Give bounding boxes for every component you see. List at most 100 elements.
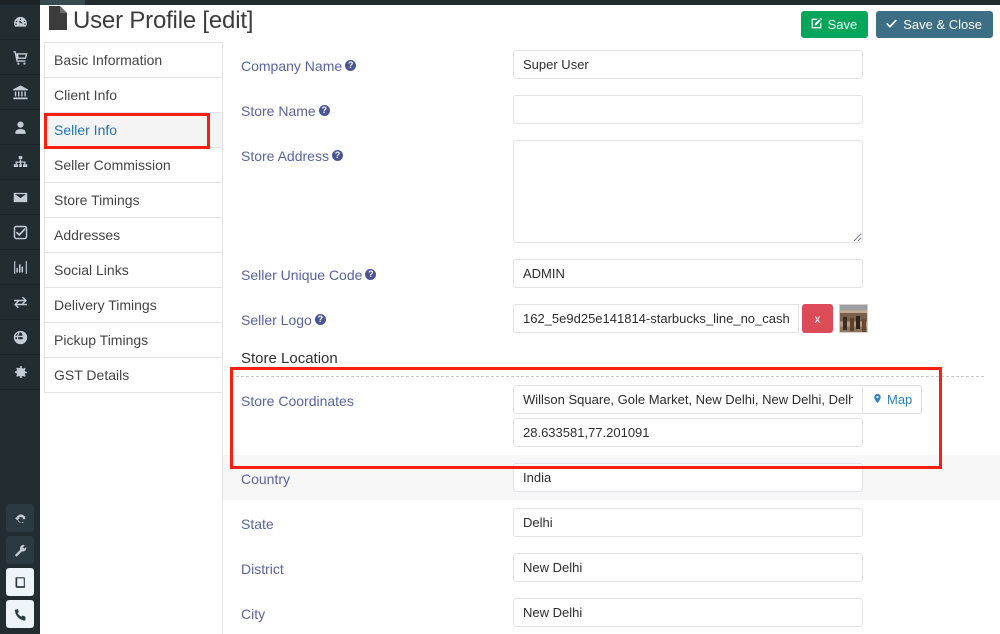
sidebar-toggle[interactable] — [40, 0, 85, 5]
check-square-icon — [12, 224, 29, 241]
sidebar-item-social-links[interactable]: Social Links — [45, 253, 223, 288]
company-name-control — [513, 50, 1000, 79]
gear-icon — [12, 364, 29, 381]
seller-unique-code-input[interactable] — [513, 259, 863, 288]
sidebar-item-basic-information[interactable]: Basic Information — [45, 43, 223, 78]
city-label: City — [223, 598, 513, 624]
state-control — [513, 508, 1000, 537]
pencil-square-icon — [810, 17, 823, 32]
phone-icon — [13, 607, 28, 622]
sidebar-item-seller-info[interactable]: Seller Info — [45, 113, 223, 148]
rail-item-support[interactable] — [6, 600, 34, 628]
state-label: State — [223, 508, 513, 534]
label-text: State — [241, 516, 274, 532]
district-input[interactable] — [513, 553, 863, 582]
state-input[interactable] — [513, 508, 863, 537]
sidebar-item-seller-commission[interactable]: Seller Commission — [45, 148, 223, 183]
sitemap-icon — [12, 154, 29, 171]
envelope-icon — [12, 189, 29, 206]
label-text: Store Name — [241, 103, 316, 119]
left-icon-rail — [0, 0, 40, 634]
app-root: User Profile [edit] Save Save & Close Ba… — [0, 0, 1000, 634]
city-input[interactable] — [513, 598, 863, 627]
field-row-state: State — [223, 500, 1000, 545]
help-icon[interactable]: ? — [365, 269, 377, 280]
rail-item-transactions[interactable] — [0, 285, 40, 320]
rail-item-tools[interactable] — [6, 536, 34, 564]
rail-item-dashboard[interactable] — [0, 5, 40, 40]
sidebar-item-gst-details[interactable]: GST Details — [45, 358, 223, 393]
bank-icon — [12, 84, 29, 101]
rail-item-tasks[interactable] — [0, 215, 40, 250]
country-input[interactable] — [513, 463, 863, 492]
globe-icon — [12, 329, 29, 346]
seller-logo-input-group: x — [513, 304, 1000, 333]
save-button-label: Save — [827, 17, 858, 32]
help-icon[interactable]: ? — [345, 60, 357, 71]
rail-item-orders[interactable] — [0, 40, 40, 75]
rail-item-refresh[interactable] — [6, 504, 34, 532]
remove-seller-logo-button[interactable]: x — [802, 304, 833, 333]
seller-info-form: Company Name? Store Name? Store Address?… — [222, 42, 1000, 634]
seller-logo-control: x — [513, 304, 1000, 333]
label-text: Seller Unique Code — [241, 267, 363, 283]
rail-item-reports[interactable] — [0, 250, 40, 285]
exchange-icon — [12, 294, 29, 311]
tab-label: Addresses — [54, 227, 121, 243]
field-row-store-name: Store Name? — [223, 87, 1000, 132]
country-control — [513, 463, 1000, 492]
rail-item-accounts[interactable] — [0, 75, 40, 110]
profile-section-tablist: Basic Information Client Info Seller Inf… — [44, 42, 224, 393]
rail-bottom-group — [0, 500, 40, 632]
help-icon[interactable]: ? — [314, 314, 326, 325]
sidebar-item-delivery-timings[interactable]: Delivery Timings — [45, 288, 223, 323]
dashboard-gauge-icon — [12, 14, 29, 31]
content-area: Basic Information Client Info Seller Inf… — [40, 40, 1000, 634]
tab-label: Client Info — [54, 87, 118, 103]
label-text: Company Name — [241, 58, 343, 74]
rail-item-users[interactable] — [0, 110, 40, 145]
label-text: Country — [241, 471, 291, 487]
seller-logo-thumbnail[interactable] — [839, 304, 868, 333]
store-address-label: Store Address? — [223, 140, 513, 166]
user-icon — [12, 119, 29, 136]
tab-label: Store Timings — [54, 192, 140, 208]
store-location-section-title: Store Location — [223, 341, 1000, 376]
label-text: Store Coordinates — [241, 393, 354, 409]
country-label: Country — [223, 463, 513, 489]
page-header: User Profile [edit] Save Save & Close — [40, 5, 1000, 40]
tab-label: Seller Info — [54, 122, 118, 138]
label-text: Store Address — [241, 148, 329, 164]
help-icon[interactable]: ? — [318, 105, 330, 116]
company-name-input[interactable] — [513, 50, 863, 79]
help-icon[interactable]: ? — [331, 150, 343, 161]
map-button[interactable]: Map — [863, 385, 923, 414]
sidebar-item-store-timings[interactable]: Store Timings — [45, 183, 223, 218]
rail-item-web[interactable] — [0, 320, 40, 355]
store-coordinates-latlng-input[interactable] — [513, 418, 863, 447]
page-title: User Profile [edit] — [48, 6, 253, 37]
save-button[interactable]: Save — [800, 11, 869, 38]
field-row-store-address: Store Address? — [223, 132, 1000, 251]
sidebar-item-pickup-timings[interactable]: Pickup Timings — [45, 323, 223, 358]
store-coordinates-address-input[interactable] — [513, 385, 863, 414]
seller-logo-label: Seller Logo? — [223, 304, 513, 330]
store-coordinates-label: Store Coordinates — [223, 385, 513, 411]
field-row-district: District — [223, 545, 1000, 590]
rail-item-settings[interactable] — [0, 355, 40, 390]
tab-label: Seller Commission — [54, 157, 171, 173]
store-name-input[interactable] — [513, 95, 863, 124]
check-icon — [885, 17, 898, 32]
store-name-label: Store Name? — [223, 95, 513, 121]
store-address-textarea[interactable] — [513, 140, 863, 243]
district-control — [513, 553, 1000, 582]
sidebar-item-addresses[interactable]: Addresses — [45, 218, 223, 253]
sidebar-item-client-info[interactable]: Client Info — [45, 78, 223, 113]
navbar-brand[interactable] — [0, 0, 40, 5]
rail-item-hierarchy[interactable] — [0, 145, 40, 180]
seller-logo-input[interactable] — [513, 304, 799, 333]
tab-label: Basic Information — [54, 52, 163, 68]
rail-item-manual[interactable] — [6, 568, 34, 596]
save-and-close-button[interactable]: Save & Close — [876, 11, 993, 38]
rail-item-messages[interactable] — [0, 180, 40, 215]
